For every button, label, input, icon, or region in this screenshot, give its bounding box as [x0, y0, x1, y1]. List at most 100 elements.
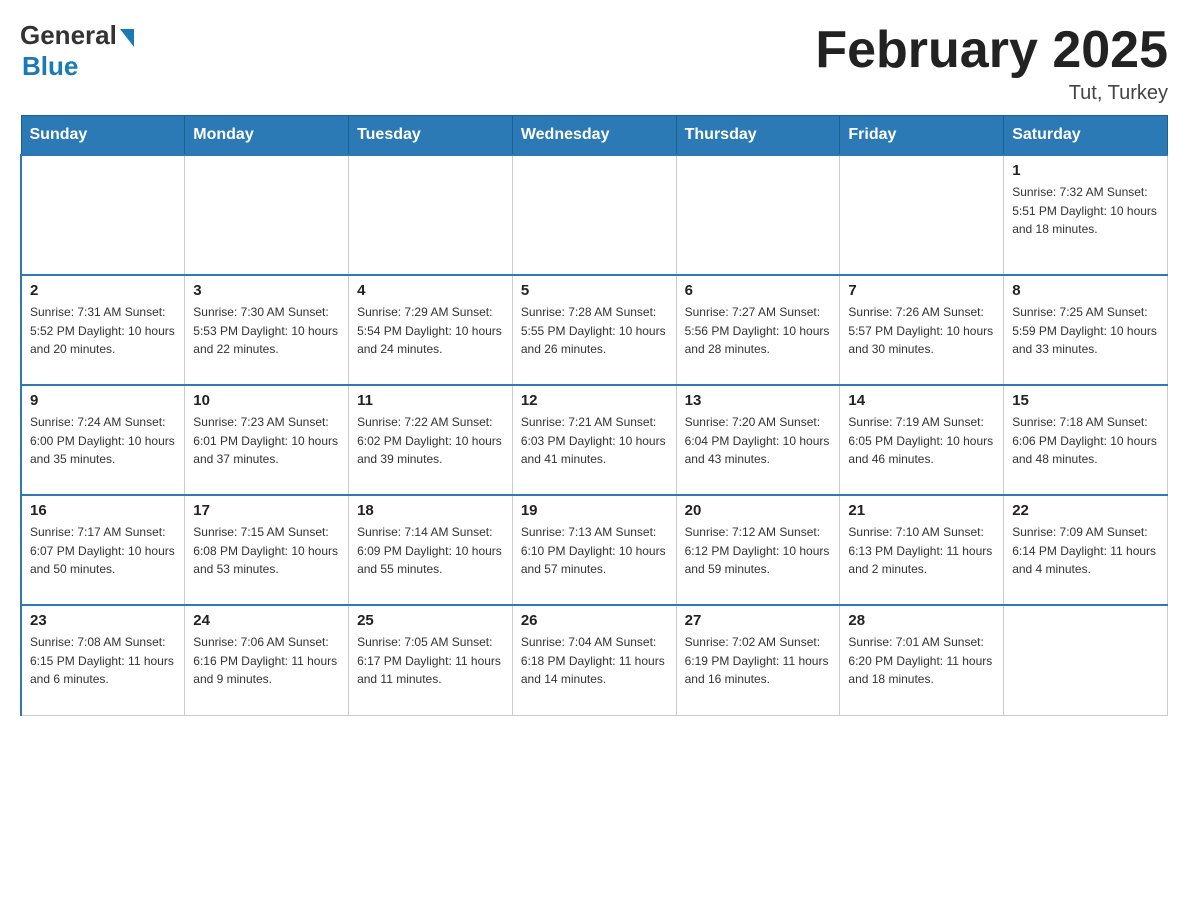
- day-info: Sunrise: 7:18 AM Sunset: 6:06 PM Dayligh…: [1012, 413, 1159, 469]
- calendar-week-row: 2 Sunrise: 7:31 AM Sunset: 5:52 PM Daylig…: [21, 275, 1168, 385]
- day-info: Sunrise: 7:12 AM Sunset: 6:12 PM Dayligh…: [685, 523, 832, 579]
- day-info: Sunrise: 7:29 AM Sunset: 5:54 PM Dayligh…: [357, 303, 504, 359]
- day-info: Sunrise: 7:01 AM Sunset: 6:20 PM Dayligh…: [848, 633, 995, 689]
- day-info: Sunrise: 7:22 AM Sunset: 6:02 PM Dayligh…: [357, 413, 504, 469]
- day-info: Sunrise: 7:27 AM Sunset: 5:56 PM Dayligh…: [685, 303, 832, 359]
- day-info: Sunrise: 7:08 AM Sunset: 6:15 PM Dayligh…: [30, 633, 176, 689]
- location-label: Tut, Turkey: [815, 82, 1168, 105]
- calendar-cell: [185, 155, 349, 275]
- calendar-cell: 25 Sunrise: 7:05 AM Sunset: 6:17 PM Dayli…: [349, 605, 513, 715]
- day-of-week-header: Thursday: [676, 116, 840, 156]
- calendar-cell: 28 Sunrise: 7:01 AM Sunset: 6:20 PM Dayli…: [840, 605, 1004, 715]
- day-number: 28: [848, 612, 995, 629]
- day-info: Sunrise: 7:17 AM Sunset: 6:07 PM Dayligh…: [30, 523, 176, 579]
- day-number: 4: [357, 282, 504, 299]
- day-number: 14: [848, 392, 995, 409]
- calendar-cell: [676, 155, 840, 275]
- calendar-cell: [21, 155, 185, 275]
- day-number: 5: [521, 282, 668, 299]
- day-info: Sunrise: 7:28 AM Sunset: 5:55 PM Dayligh…: [521, 303, 668, 359]
- page-header: General Blue February 2025 Tut, Turkey: [20, 20, 1168, 105]
- day-number: 21: [848, 502, 995, 519]
- day-info: Sunrise: 7:13 AM Sunset: 6:10 PM Dayligh…: [521, 523, 668, 579]
- calendar-cell: 13 Sunrise: 7:20 AM Sunset: 6:04 PM Dayli…: [676, 385, 840, 495]
- month-title: February 2025: [815, 20, 1168, 80]
- day-info: Sunrise: 7:30 AM Sunset: 5:53 PM Dayligh…: [193, 303, 340, 359]
- calendar-cell: 20Sunrise: 7:12 AM Sunset: 6:12 PM Dayli…: [676, 495, 840, 605]
- calendar-week-row: 1 Sunrise: 7:32 AM Sunset: 5:51 PM Daylig…: [21, 155, 1168, 275]
- day-info: Sunrise: 7:23 AM Sunset: 6:01 PM Dayligh…: [193, 413, 340, 469]
- day-number: 2: [30, 282, 176, 299]
- calendar-cell: [840, 155, 1004, 275]
- day-info: Sunrise: 7:02 AM Sunset: 6:19 PM Dayligh…: [685, 633, 832, 689]
- day-number: 6: [685, 282, 832, 299]
- day-number: 10: [193, 392, 340, 409]
- logo-triangle-icon: [120, 29, 134, 47]
- day-info: Sunrise: 7:31 AM Sunset: 5:52 PM Dayligh…: [30, 303, 176, 359]
- calendar-cell: 15 Sunrise: 7:18 AM Sunset: 6:06 PM Dayli…: [1004, 385, 1168, 495]
- day-info: Sunrise: 7:10 AM Sunset: 6:13 PM Dayligh…: [848, 523, 995, 579]
- title-section: February 2025 Tut, Turkey: [815, 20, 1168, 105]
- day-info: Sunrise: 7:09 AM Sunset: 6:14 PM Dayligh…: [1012, 523, 1159, 579]
- day-number: 7: [848, 282, 995, 299]
- calendar-table: SundayMondayTuesdayWednesdayThursdayFrid…: [20, 115, 1168, 716]
- calendar-cell: 1 Sunrise: 7:32 AM Sunset: 5:51 PM Daylig…: [1004, 155, 1168, 275]
- calendar-cell: 2 Sunrise: 7:31 AM Sunset: 5:52 PM Daylig…: [21, 275, 185, 385]
- calendar-cell: 14 Sunrise: 7:19 AM Sunset: 6:05 PM Dayli…: [840, 385, 1004, 495]
- day-number: 26: [521, 612, 668, 629]
- calendar-cell: 21 Sunrise: 7:10 AM Sunset: 6:13 PM Dayli…: [840, 495, 1004, 605]
- day-number: 1: [1012, 162, 1159, 179]
- day-of-week-header: Monday: [185, 116, 349, 156]
- calendar-cell: 6 Sunrise: 7:27 AM Sunset: 5:56 PM Daylig…: [676, 275, 840, 385]
- day-info: Sunrise: 7:32 AM Sunset: 5:51 PM Dayligh…: [1012, 183, 1159, 239]
- calendar-cell: 22 Sunrise: 7:09 AM Sunset: 6:14 PM Dayli…: [1004, 495, 1168, 605]
- calendar-cell: 7Sunrise: 7:26 AM Sunset: 5:57 PM Daylig…: [840, 275, 1004, 385]
- day-number: 18: [357, 502, 504, 519]
- day-number: 12: [521, 392, 668, 409]
- calendar-week-row: 23Sunrise: 7:08 AM Sunset: 6:15 PM Dayli…: [21, 605, 1168, 715]
- day-number: 3: [193, 282, 340, 299]
- day-number: 17: [193, 502, 340, 519]
- calendar-cell: 23Sunrise: 7:08 AM Sunset: 6:15 PM Dayli…: [21, 605, 185, 715]
- day-number: 15: [1012, 392, 1159, 409]
- calendar-week-row: 9 Sunrise: 7:24 AM Sunset: 6:00 PM Daylig…: [21, 385, 1168, 495]
- logo: General Blue: [20, 20, 134, 82]
- calendar-cell: 26 Sunrise: 7:04 AM Sunset: 6:18 PM Dayli…: [512, 605, 676, 715]
- day-number: 24: [193, 612, 340, 629]
- calendar-cell: 24 Sunrise: 7:06 AM Sunset: 6:16 PM Dayli…: [185, 605, 349, 715]
- day-info: Sunrise: 7:15 AM Sunset: 6:08 PM Dayligh…: [193, 523, 340, 579]
- calendar-cell: 19Sunrise: 7:13 AM Sunset: 6:10 PM Dayli…: [512, 495, 676, 605]
- day-info: Sunrise: 7:14 AM Sunset: 6:09 PM Dayligh…: [357, 523, 504, 579]
- calendar-cell: 10 Sunrise: 7:23 AM Sunset: 6:01 PM Dayli…: [185, 385, 349, 495]
- day-info: Sunrise: 7:24 AM Sunset: 6:00 PM Dayligh…: [30, 413, 176, 469]
- day-of-week-header: Friday: [840, 116, 1004, 156]
- calendar-cell: [1004, 605, 1168, 715]
- day-info: Sunrise: 7:25 AM Sunset: 5:59 PM Dayligh…: [1012, 303, 1159, 359]
- day-of-week-header: Tuesday: [349, 116, 513, 156]
- logo-general-text: General: [20, 20, 117, 51]
- calendar-cell: 18 Sunrise: 7:14 AM Sunset: 6:09 PM Dayli…: [349, 495, 513, 605]
- calendar-cell: 12 Sunrise: 7:21 AM Sunset: 6:03 PM Dayli…: [512, 385, 676, 495]
- day-number: 25: [357, 612, 504, 629]
- calendar-cell: 17 Sunrise: 7:15 AM Sunset: 6:08 PM Dayli…: [185, 495, 349, 605]
- day-info: Sunrise: 7:20 AM Sunset: 6:04 PM Dayligh…: [685, 413, 832, 469]
- day-number: 13: [685, 392, 832, 409]
- day-info: Sunrise: 7:05 AM Sunset: 6:17 PM Dayligh…: [357, 633, 504, 689]
- calendar-cell: 3 Sunrise: 7:30 AM Sunset: 5:53 PM Daylig…: [185, 275, 349, 385]
- calendar-cell: [349, 155, 513, 275]
- day-number: 27: [685, 612, 832, 629]
- calendar-cell: 8 Sunrise: 7:25 AM Sunset: 5:59 PM Daylig…: [1004, 275, 1168, 385]
- day-info: Sunrise: 7:04 AM Sunset: 6:18 PM Dayligh…: [521, 633, 668, 689]
- day-number: 22: [1012, 502, 1159, 519]
- day-info: Sunrise: 7:21 AM Sunset: 6:03 PM Dayligh…: [521, 413, 668, 469]
- day-info: Sunrise: 7:19 AM Sunset: 6:05 PM Dayligh…: [848, 413, 995, 469]
- day-number: 9: [30, 392, 176, 409]
- calendar-cell: 5 Sunrise: 7:28 AM Sunset: 5:55 PM Daylig…: [512, 275, 676, 385]
- day-info: Sunrise: 7:06 AM Sunset: 6:16 PM Dayligh…: [193, 633, 340, 689]
- day-number: 11: [357, 392, 504, 409]
- calendar-cell: [512, 155, 676, 275]
- calendar-header-row: SundayMondayTuesdayWednesdayThursdayFrid…: [21, 116, 1168, 156]
- day-of-week-header: Wednesday: [512, 116, 676, 156]
- day-number: 8: [1012, 282, 1159, 299]
- day-of-week-header: Saturday: [1004, 116, 1168, 156]
